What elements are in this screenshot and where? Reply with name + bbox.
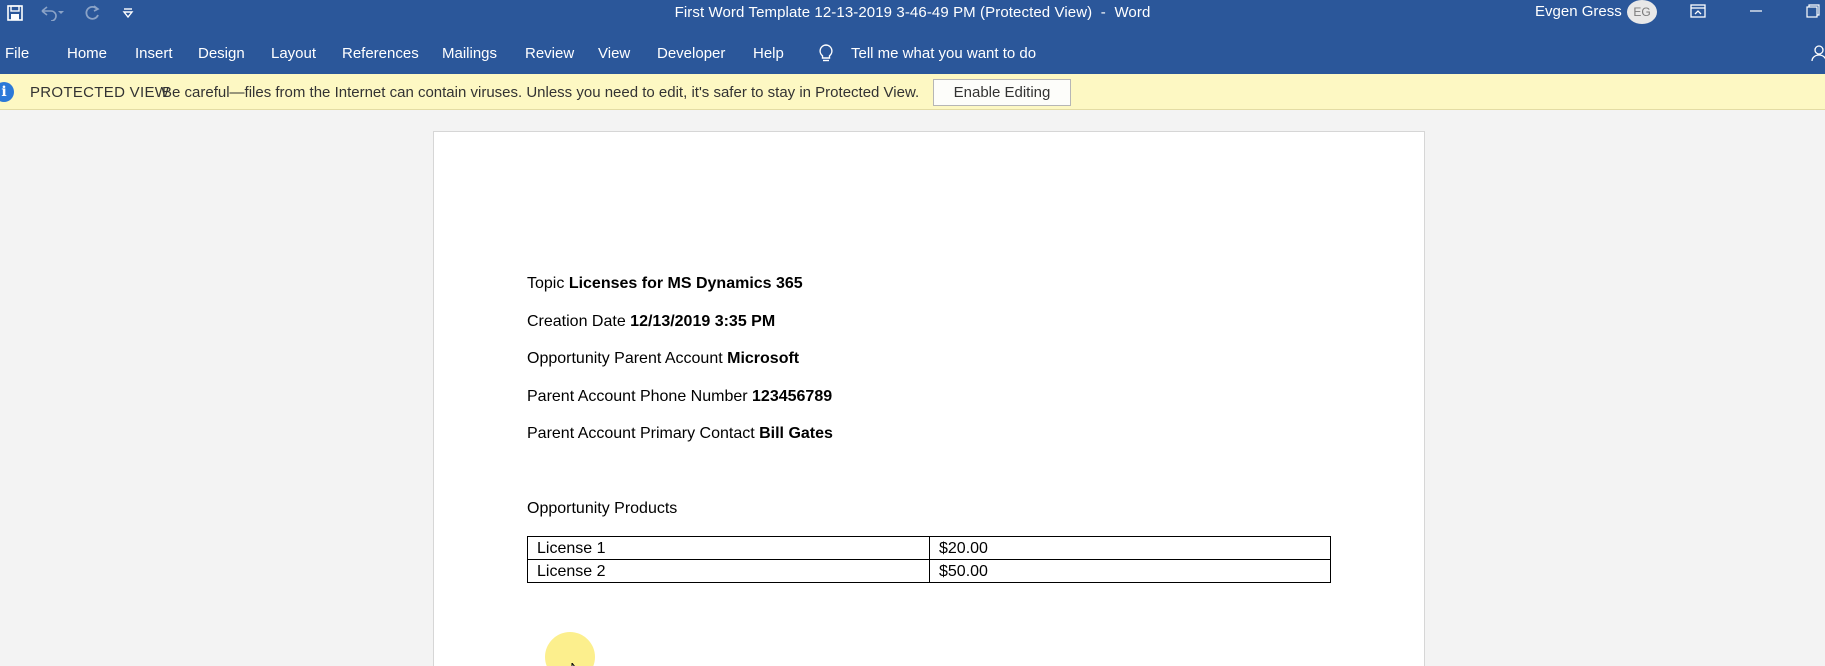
save-button[interactable] [0, 0, 30, 26]
minimize-icon [1749, 4, 1763, 23]
field-label: Parent Account Phone Number [527, 388, 748, 405]
document-title: First Word Template 12-13-2019 3-46-49 P… [674, 4, 1093, 21]
avatar[interactable]: EG [1627, 0, 1657, 24]
protected-view-bar: i PROTECTED VIEW Be careful—files from t… [0, 74, 1825, 110]
restore-button[interactable] [1790, 0, 1825, 26]
field-creation-date: Creation Date 12/13/2019 3:35 PM [527, 313, 775, 331]
redo-icon [83, 4, 101, 22]
tab-mailings[interactable]: Mailings [442, 45, 497, 62]
products-heading: Opportunity Products [527, 500, 678, 517]
minimize-button[interactable] [1733, 0, 1779, 26]
field-label: Creation Date [527, 313, 626, 330]
ribbon-display-options-button[interactable] [1675, 0, 1721, 26]
mouse-pointer-icon [571, 658, 581, 666]
ribbon-tabs: File Home Insert Design Layout Reference… [0, 26, 1825, 74]
document-page[interactable]: Topic Licenses for MS Dynamics 365 Creat… [433, 131, 1425, 666]
table-row: License 2 $50.00 [527, 559, 1331, 583]
title-separator: - [1100, 4, 1106, 21]
info-icon: i [0, 82, 14, 102]
field-parent-account: Opportunity Parent Account Microsoft [527, 350, 799, 368]
tab-design[interactable]: Design [198, 45, 245, 62]
chevron-down-icon [122, 7, 134, 19]
field-value: 123456789 [752, 388, 833, 405]
enable-editing-button[interactable]: Enable Editing [933, 79, 1071, 106]
tab-developer[interactable]: Developer [657, 45, 725, 62]
tab-view[interactable]: View [598, 45, 630, 62]
protected-view-message: Be careful—files from the Internet can c… [162, 84, 920, 101]
tab-file[interactable]: File [5, 45, 29, 62]
tab-review[interactable]: Review [525, 45, 574, 62]
products-table: License 1 $20.00 License 2 $50.00 [527, 536, 1331, 583]
tab-help[interactable]: Help [753, 45, 784, 62]
field-phone-number: Parent Account Phone Number 123456789 [527, 388, 832, 406]
tab-home[interactable]: Home [67, 45, 107, 62]
user-name[interactable]: Evgen Gress [1535, 3, 1622, 20]
app-name: Word [1114, 4, 1151, 21]
undo-button[interactable] [30, 0, 72, 26]
field-value: Licenses for MS Dynamics 365 [568, 275, 803, 292]
field-topic: Topic Licenses for MS Dynamics 365 [527, 275, 803, 293]
field-label: Parent Account Primary Contact [527, 425, 755, 442]
customize-qat-button[interactable] [112, 0, 144, 26]
field-label: Topic [527, 275, 565, 292]
redo-button[interactable] [72, 0, 112, 26]
share-person-icon[interactable] [1811, 44, 1825, 67]
field-label: Opportunity Parent Account [527, 350, 723, 367]
tab-layout[interactable]: Layout [271, 45, 316, 62]
field-value: Bill Gates [759, 425, 833, 442]
undo-icon [38, 5, 64, 21]
product-price-cell: $50.00 [929, 559, 1331, 583]
protected-view-title: PROTECTED VIEW [30, 84, 170, 101]
field-primary-contact: Parent Account Primary Contact Bill Gate… [527, 425, 833, 443]
product-name-cell: License 1 [527, 536, 930, 560]
title-bar: First Word Template 12-13-2019 3-46-49 P… [0, 0, 1825, 26]
tab-references[interactable]: References [342, 45, 419, 62]
field-value: 12/13/2019 3:35 PM [630, 313, 776, 330]
product-price-cell: $20.00 [929, 536, 1331, 560]
quick-access-toolbar [0, 0, 144, 26]
save-icon [7, 5, 23, 21]
product-name-cell: License 2 [527, 559, 930, 583]
tell-me-search[interactable]: Tell me what you want to do [851, 45, 1036, 62]
table-row: License 1 $20.00 [527, 536, 1331, 560]
field-value: Microsoft [727, 350, 800, 367]
ribbon-display-icon [1690, 3, 1706, 23]
restore-icon [1806, 3, 1820, 23]
lightbulb-icon[interactable] [817, 43, 835, 68]
tab-insert[interactable]: Insert [135, 45, 173, 62]
